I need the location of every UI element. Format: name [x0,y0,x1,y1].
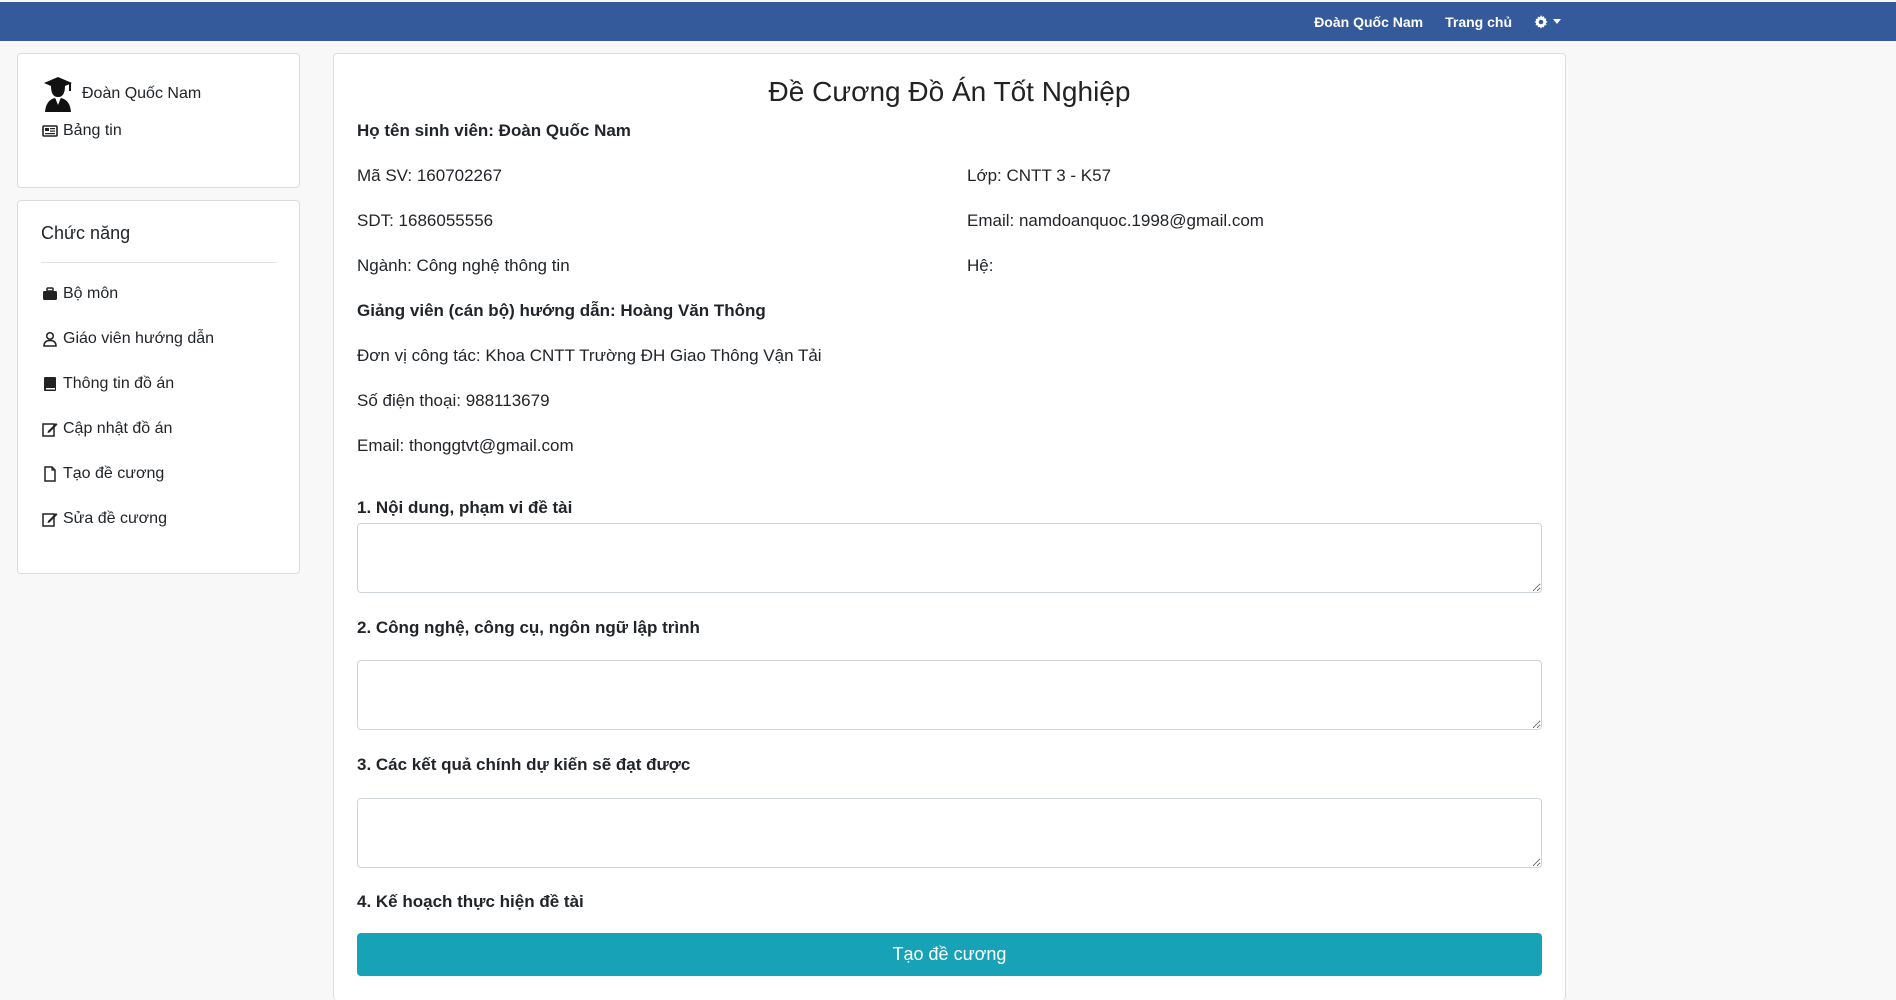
sidebar-item-label: Tạo đề cương [63,465,165,482]
nav-user-link[interactable]: Đoàn Quốc Nam [1314,14,1423,30]
student-phone: SDT: 1686055556 [357,211,494,230]
section-1-label: 1. Nội dung, phạm vi đề tài [357,498,573,517]
advisor-email: Email: thonggtvt@gmail.com [357,436,574,455]
user-icon [43,331,57,347]
top-navbar: Đoàn Quốc Nam Trang chủ [0,2,1896,41]
scope-textarea[interactable] [357,523,1542,593]
student-class: Lớp: CNTT 3 - K57 [967,166,1112,185]
book-icon [44,377,56,391]
student-name: Họ tên sinh viên: Đoàn Quốc Nam [357,121,631,140]
results-textarea[interactable] [357,798,1542,868]
file-icon [44,466,56,482]
sidebar-item-label: Bộ môn [63,285,119,302]
sidebar-item-create-outline[interactable]: Tạo đề cương [42,465,164,483]
section-4-label: 4. Kế hoạch thực hiện đề tài [357,892,584,911]
gear-icon [1534,14,1548,29]
edit-icon [42,423,58,437]
page-title: Đề Cương Đồ Án Tốt Nghiệp [768,76,1131,107]
chevron-down-icon [1553,19,1561,24]
newspaper-icon [42,125,58,137]
advisor-name: Giảng viên (cán bộ) hướng dẫn: Hoàng Văn… [357,301,766,320]
user-profile[interactable]: Đoàn Quốc Nam [43,76,201,112]
sidebar-item-label: Cập nhật đồ án [63,420,173,437]
section-2-label: 2. Công nghệ, công cụ, ngôn ngữ lập trìn… [357,618,700,637]
top-nav: Đoàn Quốc Nam Trang chủ [1314,2,1561,41]
settings-dropdown[interactable] [1534,14,1561,29]
sidebar-item-project-info[interactable]: Thông tin đồ án [42,375,174,393]
advisor-phone: Số điện thoại: 988113679 [357,391,550,410]
user-card: Đoàn Quốc Nam Bảng tin [17,53,300,188]
sidebar-item-label: Bảng tin [63,122,122,139]
sidebar-item-label: Thông tin đồ án [63,375,175,392]
student-email: Email: namdoanquoc.1998@gmail.com [967,211,1264,230]
sidebar-item-department[interactable]: Bộ môn [42,285,118,303]
student-major: Ngành: Công nghệ thông tin [357,256,570,275]
outline-form-card: Đề Cương Đồ Án Tốt Nghiệp Họ tên sinh vi… [333,53,1566,1000]
nav-home-link[interactable]: Trang chủ [1445,14,1512,30]
function-title: Chức năng [41,223,131,243]
divider [41,262,277,263]
section-3-label: 3. Các kết quả chính dự kiến sẽ đạt được [357,755,691,774]
create-outline-button[interactable]: Tạo đề cương [357,933,1542,976]
sidebar-item-update-project[interactable]: Cập nhật đồ án [42,420,172,438]
graduate-avatar-icon [44,77,72,112]
user-name: Đoàn Quốc Nam [82,85,202,102]
edit-icon [42,513,58,527]
sidebar-item-advisor[interactable]: Giáo viên hướng dẫn [42,330,214,348]
sidebar-item-news[interactable]: Bảng tin [42,122,122,140]
briefcase-icon [43,287,57,300]
sidebar-item-edit-outline[interactable]: Sửa đề cương [42,510,167,528]
technology-textarea[interactable] [357,660,1542,730]
function-card: Chức năng Bộ môn Giáo viên hướng dẫn Thô… [17,200,300,574]
student-id: Mã SV: 160702267 [357,166,502,185]
sidebar-item-label: Giáo viên hướng dẫn [63,330,215,347]
sidebar-item-label: Sửa đề cương [63,510,167,527]
student-system: Hệ: [967,256,994,275]
advisor-workplace: Đơn vị công tác: Khoa CNTT Trường ĐH Gia… [357,346,822,365]
